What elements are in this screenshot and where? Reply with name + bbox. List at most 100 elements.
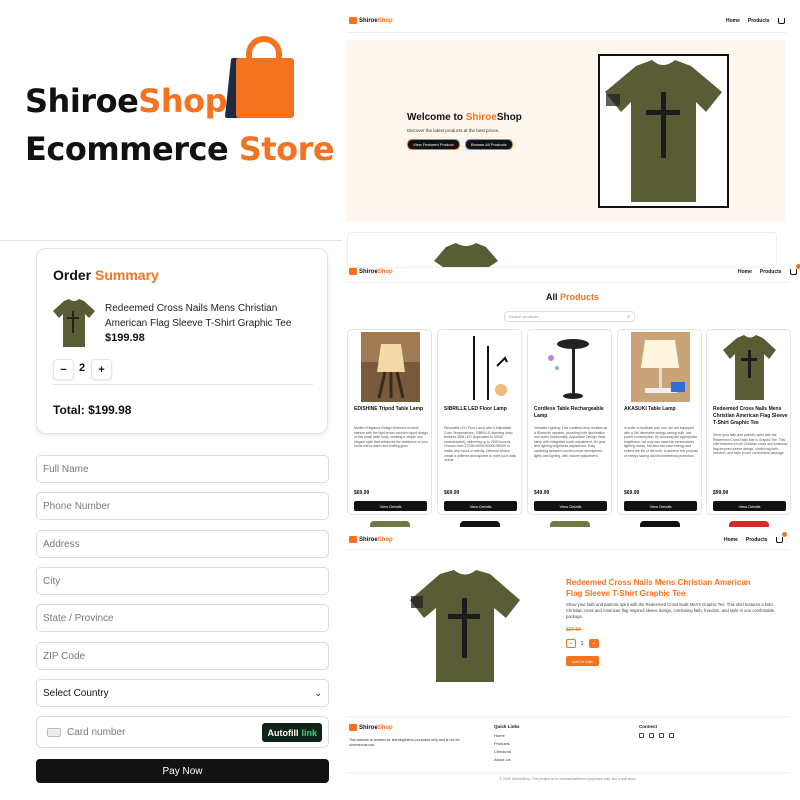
site-logo[interactable]: Shiroe Shop [349,17,393,24]
nav-products[interactable]: Products [748,18,770,24]
address-field[interactable]: Address [36,530,329,558]
brand-banner: ShiroeShop Ecommerce Store [0,0,340,240]
site-logo[interactable]: Shiroe Shop [349,536,393,543]
product-card[interactable]: SIBRILLE LED Floor Lamp Dimmable LED Flo… [437,329,522,515]
products-title: All Products [546,292,600,302]
product-description: Dimmable LED Floor Lamp with 4 Adjustabl… [444,426,516,463]
pay-now-button[interactable]: Pay Now [36,759,329,783]
product-search-input[interactable]: Search products... ⚲ [504,311,635,322]
shopping-bag-logo-icon [349,268,357,275]
view-details-button[interactable]: View Details [444,501,517,511]
state-field[interactable]: State / Province [36,604,329,632]
order-summary-card: Order Summary Redeemed Cross Nails Mens … [36,248,328,434]
product-card-peek [347,519,432,527]
quick-links-heading: Quick Links [494,724,520,729]
footer-link-checkout[interactable]: Checkout [494,749,511,754]
hero-section: Welcome to ShiroeShop Discover the lates… [347,40,785,222]
qty-value: 1 [580,640,584,647]
view-details-button[interactable]: View Details [534,501,607,511]
footer-link-about[interactable]: About Us [494,757,510,762]
phone-field[interactable]: Phone Number [36,492,329,520]
github-icon[interactable] [649,733,654,738]
view-details-button[interactable]: View Details [713,501,786,511]
detail-product-image [410,570,520,682]
country-select[interactable]: Select Country ⌄ [36,679,329,707]
qty-increase-button[interactable]: + [91,359,112,380]
product-image [451,332,510,402]
zip-field[interactable]: ZIP Code [36,642,329,670]
qty-decrease-button[interactable]: − [566,639,576,648]
hero-title: Welcome to ShiroeShop [407,112,522,123]
nav-home[interactable]: Home [726,18,740,24]
full-name-field[interactable]: Full Name [36,455,329,483]
product-price: $69.99 [624,490,640,496]
product-card[interactable]: Cordless Table Rechargeable Lamp Versati… [527,329,612,515]
nav-home[interactable]: Home [724,537,738,543]
search-icon: ⚲ [627,314,630,319]
qty-increase-button[interactable]: + [589,639,599,648]
view-featured-button[interactable]: View Featured Product [407,139,460,150]
top-nav: Home Products [738,264,800,275]
order-summary-title: Order Summary [53,267,159,283]
qty-value: 2 [79,362,86,374]
copyright: © 2025 ShiroeShop. This project is for e… [499,777,637,781]
view-details-button[interactable]: View Details [624,501,697,511]
product-image [720,332,779,402]
footer-about: This website is created for learning/dem… [349,738,460,747]
credit-card-icon [47,727,61,737]
product-card[interactable]: AKASUKI Table Lamp In order to facilitat… [617,329,702,515]
linkedin-icon[interactable] [639,733,644,738]
shopping-bag-logo-icon [349,17,357,24]
phone-icon[interactable] [669,733,674,738]
product-image [541,332,600,402]
top-nav: Home Products [724,532,787,543]
product-name: SIBRILLE LED Floor Lamp [444,406,507,412]
product-name: EDISHINE Tripod Table Lamp [354,406,424,412]
card-number-field[interactable]: Card number Autofill link [36,716,329,748]
product-name: AKASUKI Table Lamp [624,406,676,412]
top-nav: Home Products [726,18,785,24]
add-to-cart-button[interactable]: Add to Cart [566,656,599,666]
product-card[interactable]: EDISHINE Tripod Table Lamp Modern Elegan… [347,329,432,515]
qty-decrease-button[interactable]: − [53,359,74,380]
order-total: Total: $199.98 [53,403,132,417]
product-card-peek [527,519,612,527]
email-icon[interactable] [659,733,664,738]
footer-link-home[interactable]: Home [494,733,505,738]
city-field[interactable]: City [36,567,329,595]
cart-icon[interactable] [777,18,785,24]
view-details-button[interactable]: View Details [354,501,427,511]
product-price: $99.99 [713,490,729,496]
cart-icon[interactable] [775,532,787,543]
product-description: Show your faith and patriotic spirit wit… [713,433,788,456]
product-card-peek [617,519,702,527]
featured-preview-card[interactable] [347,232,777,268]
nav-products[interactable]: Products [746,537,768,543]
product-card[interactable]: Redeemed Cross Nails Mens Christian Amer… [706,329,791,515]
product-name: Redeemed Cross Nails Mens Christian Amer… [713,406,788,426]
chevron-down-icon: ⌄ [314,687,322,698]
product-price: $69.99 [444,490,460,496]
hero-subtitle: Discover the latest products at the best… [407,128,500,133]
connect-heading: Connect [639,724,657,729]
product-description: Versatile Lighting: This cordless lamp d… [534,426,608,458]
footer-logo[interactable]: Shiroe Shop [349,724,393,731]
autofill-link-button[interactable]: Autofill link [262,723,322,742]
nav-home[interactable]: Home [738,269,752,275]
shopping-bag-logo-icon [349,536,357,543]
browse-products-button[interactable]: Browse All Products [465,139,513,150]
brand-title: ShiroeShop [25,82,227,120]
detail-price: $99.99 [566,627,582,633]
product-description: In order to facilitate your use, we are … [624,426,699,458]
social-links [639,733,674,738]
hero-product-image[interactable] [598,54,729,208]
site-logo[interactable]: Shiroe Shop [349,268,393,275]
product-card-peek [706,519,791,527]
detail-title: Redeemed Cross Nails Mens Christian Amer… [566,578,751,598]
detail-description: Show your faith and patriotic spirit wit… [566,602,775,619]
cart-icon[interactable] [789,264,800,275]
product-price: $49.99 [534,490,550,496]
nav-products[interactable]: Products [760,269,782,275]
shopping-bag-logo-icon [349,724,357,731]
footer-link-products[interactable]: Products [494,741,510,746]
